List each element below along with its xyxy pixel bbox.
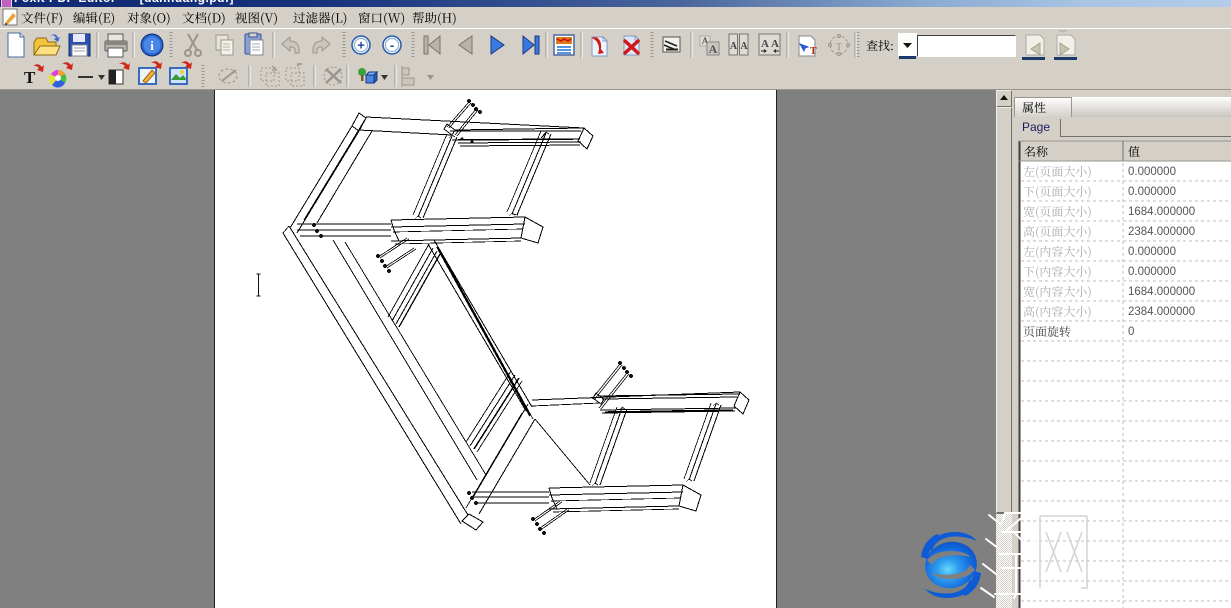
svg-text:1684.000000: 1684.000000 — [1128, 206, 1195, 218]
svg-text:0: 0 — [1128, 326, 1134, 338]
svg-text:0.000000: 0.000000 — [1128, 266, 1176, 278]
svg-text:1684.000000: 1684.000000 — [1128, 286, 1195, 298]
svg-text:i: i — [150, 38, 154, 53]
svg-text:0.000000: 0.000000 — [1128, 166, 1176, 178]
svg-text:A: A — [740, 41, 748, 52]
svg-text:2384.000000: 2384.000000 — [1128, 306, 1195, 318]
svg-text:T: T — [810, 46, 817, 57]
svg-text:0.000000: 0.000000 — [1128, 246, 1176, 258]
svg-text:-: - — [390, 38, 394, 53]
svg-text:T: T — [836, 41, 843, 53]
svg-text:Page: Page — [1022, 120, 1050, 134]
svg-text:A: A — [709, 42, 718, 56]
svg-text:A: A — [730, 41, 738, 52]
svg-text:+: + — [357, 38, 365, 53]
svg-text:0.000000: 0.000000 — [1128, 186, 1176, 198]
svg-text:T: T — [24, 68, 36, 87]
svg-text:A: A — [761, 38, 769, 50]
svg-text:2384.000000: 2384.000000 — [1128, 226, 1195, 238]
svg-text:A: A — [771, 38, 779, 50]
